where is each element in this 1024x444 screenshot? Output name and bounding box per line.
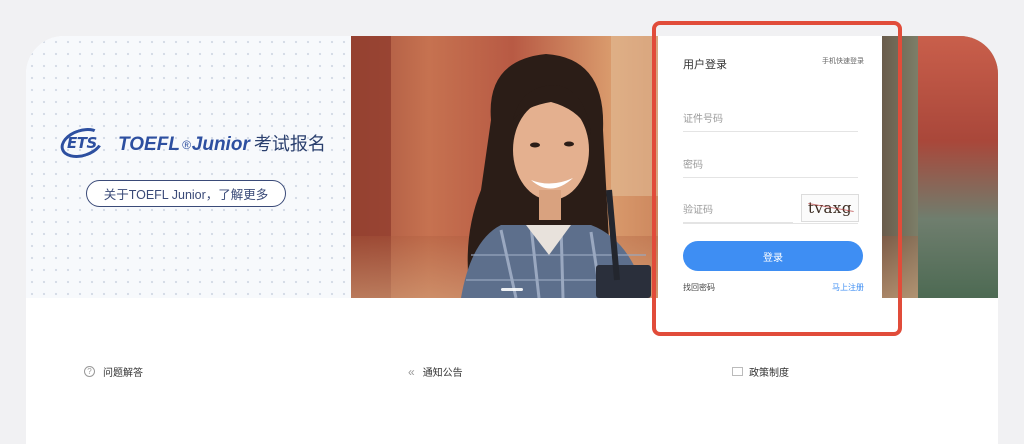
captcha-input[interactable] bbox=[683, 199, 793, 223]
register-link[interactable]: 马上注册 bbox=[832, 282, 864, 293]
login-button[interactable]: 登录 bbox=[683, 241, 863, 271]
brand-panel: ETS TOEFL ®Junior 考试报名 关于TOEFL Junior，了解更多 bbox=[26, 36, 351, 298]
ets-logo-text: ETS bbox=[67, 134, 97, 152]
double-chevron-left-icon: « bbox=[408, 364, 415, 379]
section-faq[interactable]: ? 问题解答 bbox=[84, 364, 143, 379]
ets-logo: ETS bbox=[56, 122, 108, 164]
captcha-image[interactable]: tvaxg bbox=[801, 194, 859, 222]
password-input[interactable] bbox=[683, 154, 858, 178]
brand-title: TOEFL ®Junior 考试报名 bbox=[118, 130, 326, 156]
section-notice[interactable]: « 通知公告 bbox=[408, 364, 463, 380]
captcha-underline bbox=[683, 223, 858, 224]
brand-title-toefl: TOEFL bbox=[118, 134, 180, 155]
section-faq-label: 问题解答 bbox=[103, 368, 143, 379]
login-title: 用户登录 bbox=[683, 59, 727, 71]
corner-watermark bbox=[996, 404, 1020, 438]
section-policy-label: 政策制度 bbox=[749, 368, 789, 379]
section-notice-label: 通知公告 bbox=[422, 368, 463, 379]
brand-title-junior: Junior bbox=[191, 134, 250, 155]
phone-login-link[interactable]: 手机快速登录 bbox=[822, 56, 864, 66]
question-circle-icon: ? bbox=[84, 366, 95, 377]
section-policy[interactable]: 政策制度 bbox=[732, 364, 789, 379]
brand-logo-row: ETS TOEFL ®Junior 考试报名 bbox=[56, 122, 326, 164]
brand-title-separator: ® bbox=[181, 138, 191, 152]
forgot-password-link[interactable]: 找回密码 bbox=[683, 282, 715, 293]
carousel-indicator[interactable] bbox=[501, 288, 523, 291]
login-panel: 用户登录 手机快速登录 tvaxg 登录 找回密码 马上注册 bbox=[658, 36, 882, 328]
hero-student-photo bbox=[461, 54, 651, 298]
about-toefl-junior-button[interactable]: 关于TOEFL Junior，了解更多 bbox=[86, 180, 286, 207]
brand-title-cn: 考试报名 bbox=[253, 134, 326, 154]
id-number-input[interactable] bbox=[683, 108, 858, 132]
document-icon bbox=[732, 367, 743, 376]
hero-bg-building bbox=[918, 36, 998, 298]
